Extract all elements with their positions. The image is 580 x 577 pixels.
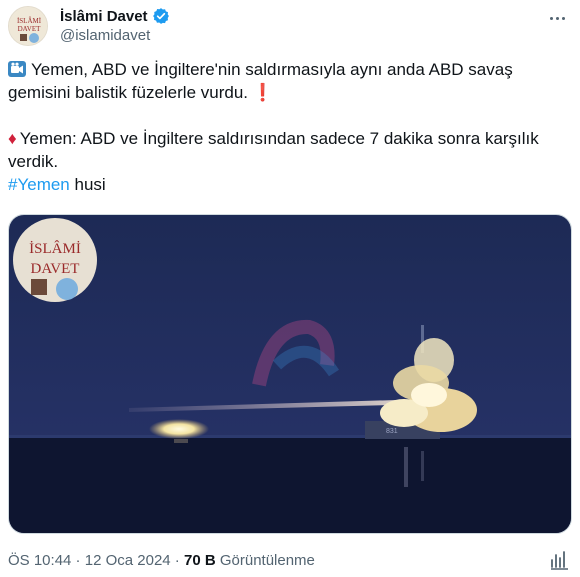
analytics-icon[interactable] — [548, 549, 570, 571]
views-count: 70 B — [183, 552, 216, 569]
avatar-logo-line-2: DAVET — [18, 25, 42, 33]
left-explosion — [149, 419, 209, 439]
tweet-meta: ÖS 10:44 · 12 Oca 2024 · 70 B Görüntülen… — [8, 552, 315, 569]
tweet-date[interactable]: 12 Oca 2024 — [85, 552, 171, 569]
meta-separator-1: · — [71, 552, 85, 569]
ship-hull-number: 831 — [386, 428, 398, 435]
movie-camera-icon — [8, 60, 26, 77]
display-name[interactable]: İslâmi Davet — [60, 8, 148, 25]
watermark-text-line-2: DAVET — [31, 261, 80, 277]
watermark-text-line-1: İSLÂMİ — [29, 240, 81, 257]
exclamation-icon: ❗ — [252, 83, 274, 102]
verified-badge-icon — [152, 7, 170, 25]
tweet-paragraph-2-text: Yemen: ABD ve İngiltere saldırısından sa… — [8, 129, 539, 171]
tweet-hashtag-line: #Yemen husi — [8, 173, 568, 196]
video-watermark-logo: İSLÂMİ DAVET — [13, 218, 97, 302]
tweet-media[interactable]: 831 İSLÂMİ DAVET — [8, 214, 572, 534]
tweet-paragraph-1: Yemen, ABD ve İngiltere'nin saldırmasıyl… — [8, 58, 568, 104]
tweet: İSLÂMİ DAVET İslâmi Davet @islamidavet Y… — [0, 0, 580, 577]
avatar-logo-line-1: İSLÂMİ — [17, 17, 42, 25]
tweet-text: Yemen, ABD ve İngiltere'nin saldırmasıyl… — [8, 58, 568, 196]
views-label: Görüntülenme — [219, 552, 315, 569]
meta-separator-2: · — [170, 552, 184, 569]
trailing-word: husi — [74, 175, 106, 194]
handle[interactable]: @islamidavet — [60, 27, 150, 44]
tweet-time[interactable]: ÖS 10:44 — [8, 552, 71, 569]
avatar[interactable]: İSLÂMİ DAVET — [8, 6, 48, 46]
tweet-paragraph-2: ♦ Yemen: ABD ve İngiltere saldırısından s… — [8, 127, 568, 173]
red-diamond-icon: ♦ — [8, 129, 17, 148]
hashtag-link[interactable]: #Yemen — [8, 175, 70, 194]
more-options-icon[interactable] — [546, 8, 568, 28]
author-name-row: İslâmi Davet — [60, 6, 170, 26]
